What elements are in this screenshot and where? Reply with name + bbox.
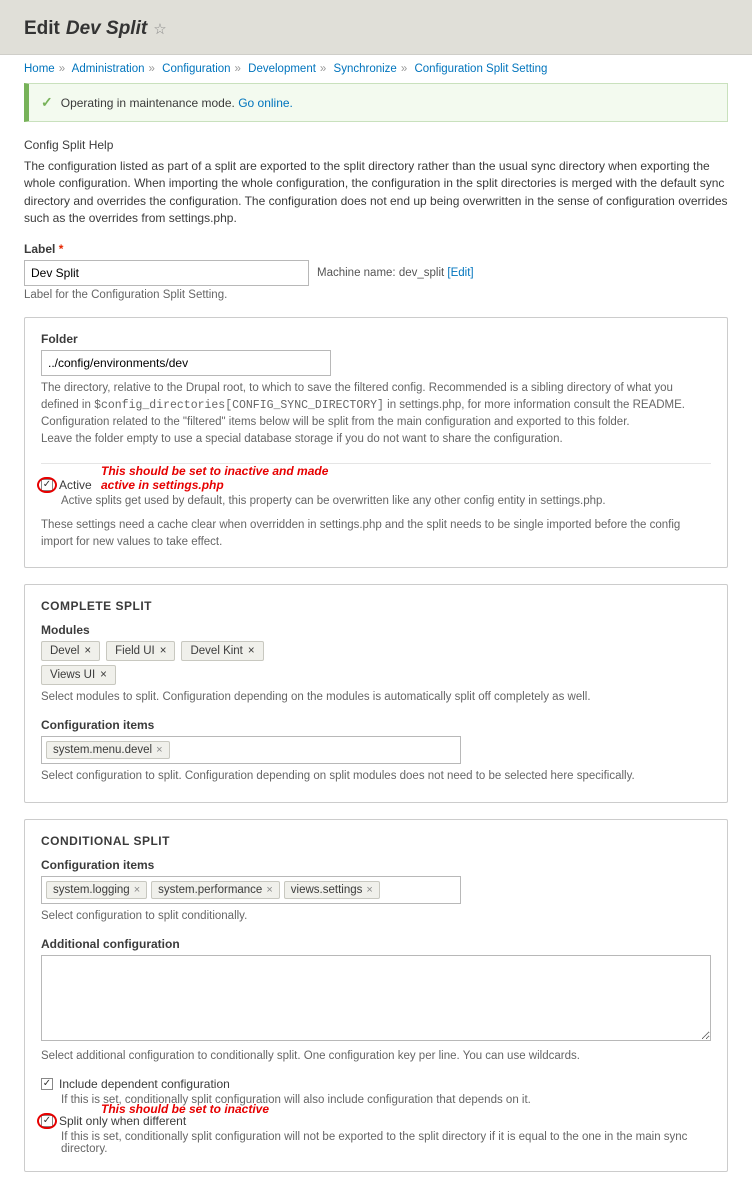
breadcrumb-item[interactable]: Configuration Split Setting — [414, 63, 547, 75]
check-icon: ✓ — [41, 94, 53, 111]
cs-config-label: Configuration items — [41, 718, 711, 732]
active-label: Active — [59, 478, 92, 492]
include-dependent-label: Include dependent configuration — [59, 1077, 230, 1091]
remove-chip-icon[interactable]: × — [84, 645, 91, 657]
remove-chip-icon[interactable]: × — [156, 744, 162, 756]
breadcrumb-item[interactable]: Configuration — [162, 63, 230, 75]
label-input[interactable] — [24, 260, 309, 286]
conditional-split-heading: CONDITIONAL SPLIT — [41, 834, 711, 848]
split-when-different-checkbox[interactable] — [41, 1115, 53, 1127]
breadcrumb: Home» Administration» Configuration» Dev… — [0, 55, 752, 83]
page-title: Edit Dev Split ☆ — [24, 18, 728, 40]
star-icon[interactable]: ☆ — [153, 20, 166, 38]
go-online-link[interactable]: Go online. — [238, 96, 293, 110]
status-message: ✓ Operating in maintenance mode. Go onli… — [24, 83, 728, 122]
config-item-chip: system.menu.devel× — [46, 741, 170, 759]
conditional-split-fieldset: CONDITIONAL SPLIT Configuration items sy… — [24, 819, 728, 1173]
breadcrumb-item[interactable]: Home — [24, 63, 55, 75]
module-chip: Views UI× — [41, 665, 116, 685]
folder-label: Folder — [41, 332, 711, 346]
title-entity: Dev Split — [66, 18, 147, 40]
label-field-label: Label * — [24, 242, 728, 256]
help-title: Config Split Help — [24, 138, 728, 152]
remove-chip-icon[interactable]: × — [248, 645, 255, 657]
module-chip: Field UI× — [106, 641, 175, 661]
additional-config-desc: Select additional configuration to condi… — [41, 1048, 711, 1065]
help-body: The configuration listed as part of a sp… — [24, 158, 728, 228]
cond-config-desc: Select configuration to split conditiona… — [41, 908, 711, 925]
complete-split-heading: COMPLETE SPLIT — [41, 599, 711, 613]
general-fieldset: Folder The directory, relative to the Dr… — [24, 317, 728, 569]
label-description: Label for the Configuration Split Settin… — [24, 289, 728, 301]
additional-config-label: Additional configuration — [41, 937, 711, 951]
active-desc2: These settings need a cache clear when o… — [41, 517, 711, 552]
modules-chips-row2[interactable]: Views UI× — [41, 665, 711, 685]
active-desc1: Active splits get used by default, this … — [61, 495, 711, 507]
folder-input[interactable] — [41, 350, 331, 376]
breadcrumb-item[interactable]: Synchronize — [334, 63, 397, 75]
machine-name: Machine name: dev_split [Edit] — [317, 267, 474, 279]
split-when-different-label: Split only when different — [59, 1114, 186, 1128]
modules-label: Modules — [41, 623, 711, 637]
remove-chip-icon[interactable]: × — [160, 645, 167, 657]
header-region: Edit Dev Split ☆ — [0, 0, 752, 55]
active-checkbox[interactable] — [41, 479, 53, 491]
breadcrumb-item[interactable]: Administration — [72, 63, 145, 75]
remove-chip-icon[interactable]: × — [366, 884, 372, 896]
remove-chip-icon[interactable]: × — [134, 884, 140, 896]
remove-chip-icon[interactable]: × — [100, 669, 107, 681]
include-dependent-checkbox[interactable] — [41, 1078, 53, 1090]
module-chip: Devel× — [41, 641, 100, 661]
modules-desc: Select modules to split. Configuration d… — [41, 689, 711, 706]
config-item-chip: views.settings× — [284, 881, 380, 899]
additional-config-textarea[interactable] — [41, 955, 711, 1041]
folder-desc: The directory, relative to the Drupal ro… — [41, 380, 711, 449]
machine-name-edit-link[interactable]: [Edit] — [447, 267, 473, 279]
title-prefix: Edit — [24, 18, 60, 40]
status-text: Operating in maintenance mode. — [61, 96, 235, 110]
cond-config-items[interactable]: system.logging× system.performance× view… — [41, 876, 461, 904]
complete-split-fieldset: COMPLETE SPLIT Modules Devel× Field UI× … — [24, 584, 728, 803]
config-item-chip: system.logging× — [46, 881, 147, 899]
remove-chip-icon[interactable]: × — [266, 884, 272, 896]
cond-config-label: Configuration items — [41, 858, 711, 872]
config-item-chip: system.performance× — [151, 881, 280, 899]
cs-config-items[interactable]: system.menu.devel× — [41, 736, 461, 764]
module-chip: Devel Kint× — [181, 641, 263, 661]
modules-chips[interactable]: Devel× Field UI× Devel Kint× — [41, 641, 711, 661]
split-when-different-desc: If this is set, conditionally split conf… — [61, 1131, 711, 1155]
breadcrumb-item[interactable]: Development — [248, 63, 316, 75]
cs-config-desc: Select configuration to split. Configura… — [41, 768, 711, 785]
